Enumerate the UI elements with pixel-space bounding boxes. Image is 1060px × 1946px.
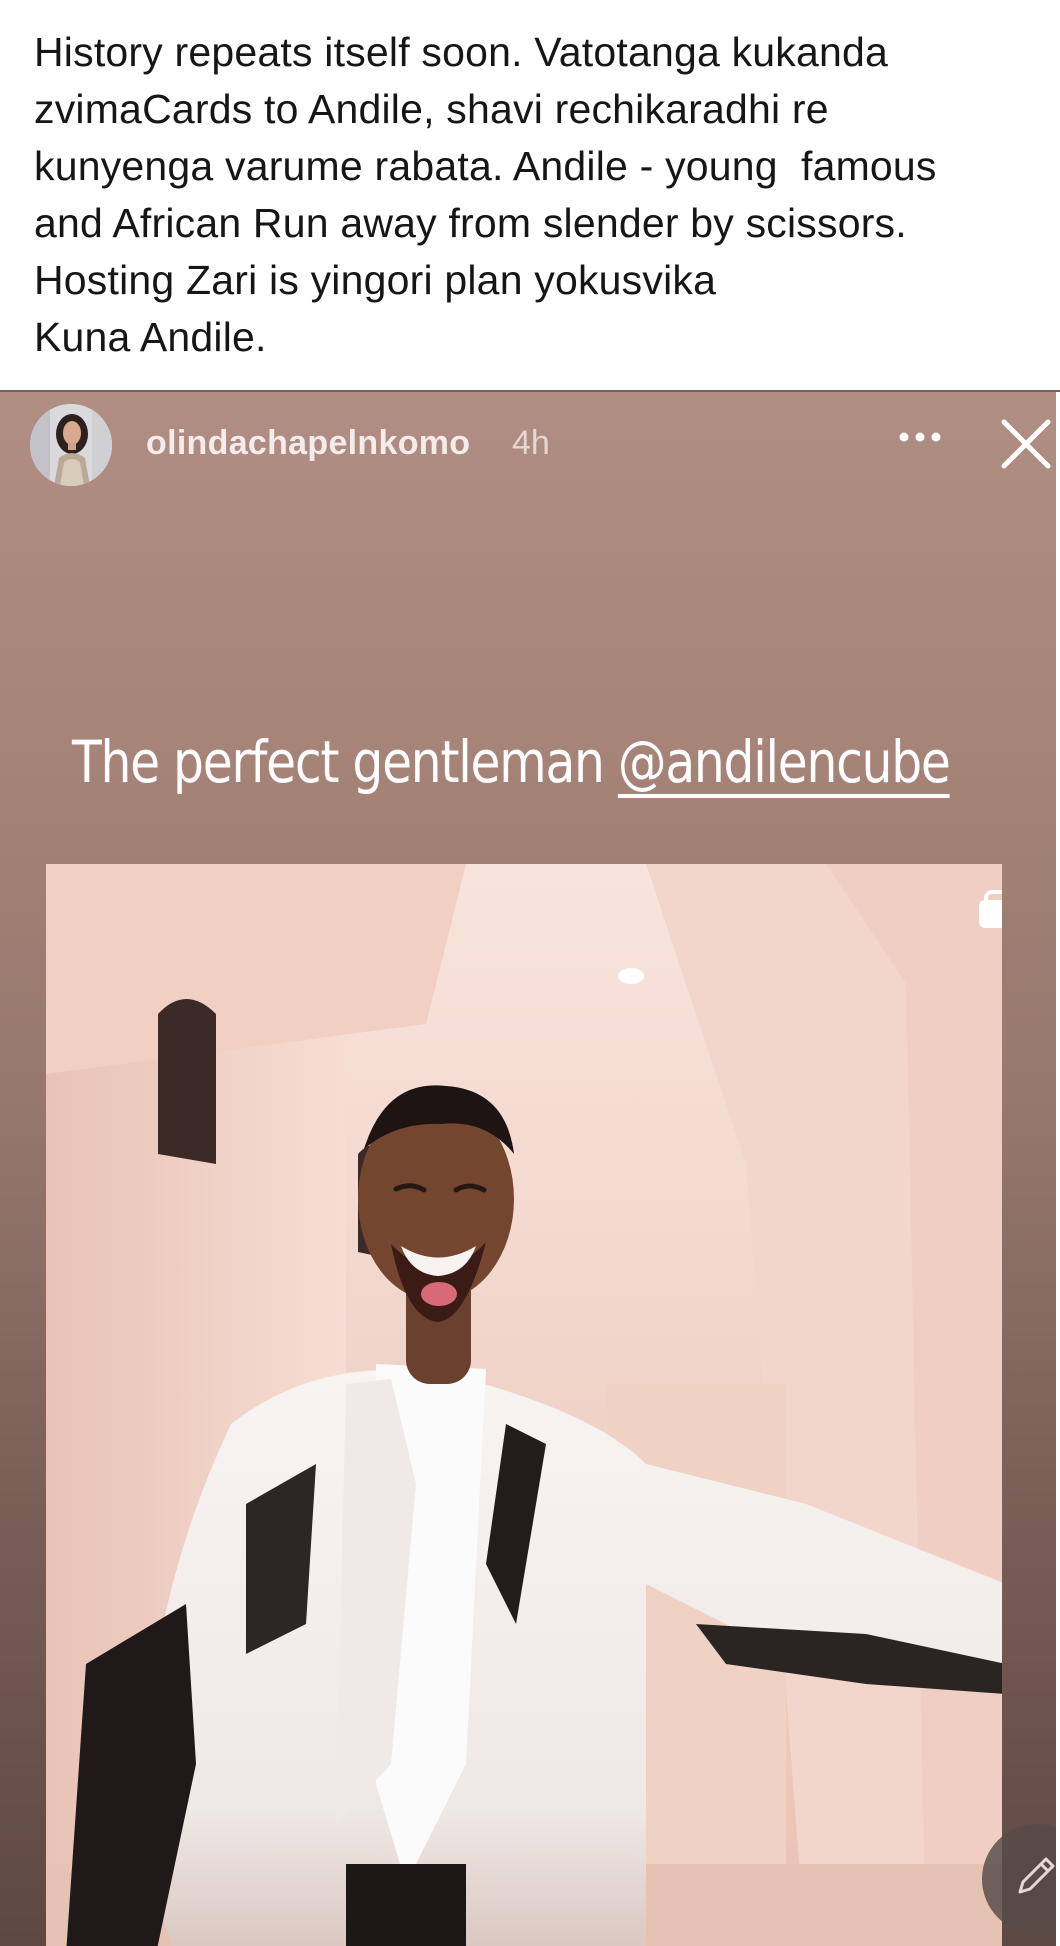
story-time: 4h: [512, 424, 550, 462]
post-caption: History repeats itself soon. Vatotanga k…: [0, 0, 1060, 390]
story-screenshot: olindachapelnkomo 4h The perfect gentlem…: [0, 390, 1060, 1946]
mention-link[interactable]: @andilencube: [618, 728, 951, 796]
close-icon[interactable]: [996, 414, 1056, 474]
photo-image: [46, 864, 1002, 1946]
caption-line: kunyenga varume rabata. Andile - young f…: [34, 143, 937, 189]
headline-text: The perfect gentleman: [72, 728, 618, 796]
caption-line: Kuna Andile.: [34, 314, 267, 360]
carousel-icon: [974, 888, 1002, 934]
caption-line: Hosting Zari is yingori plan yokusvika: [34, 257, 717, 303]
caption-line: and African Run away from slender by sci…: [34, 200, 907, 246]
more-dots-icon[interactable]: [898, 426, 942, 448]
story-headline: The perfect gentleman @andilencube: [72, 728, 951, 796]
story-right-edge: [1056, 392, 1060, 1946]
caption-line: zvimaCards to Andile, shavi rechikaradhi…: [34, 86, 829, 132]
story-username[interactable]: olindachapelnkomo: [146, 424, 470, 463]
avatar-image: [30, 404, 112, 486]
caption-line: History repeats itself soon. Vatotanga k…: [34, 29, 888, 75]
profile-avatar[interactable]: [30, 404, 112, 486]
story-photo: [46, 864, 1002, 1946]
pencil-icon: [1018, 1857, 1055, 1894]
